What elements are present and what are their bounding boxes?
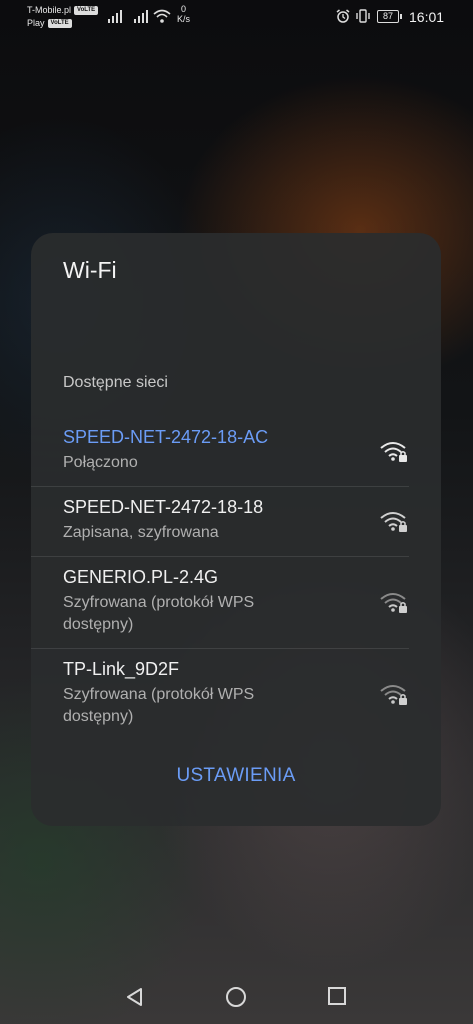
clock: 16:01 bbox=[409, 9, 445, 25]
recents-square-icon[interactable] bbox=[327, 986, 347, 1006]
carrier-1-label: T-Mobile.pl bbox=[27, 5, 72, 15]
back-triangle-icon[interactable] bbox=[124, 986, 146, 1008]
battery-indicator: 87 bbox=[377, 10, 402, 23]
volte-badge: VoLTE bbox=[47, 19, 72, 29]
wifi-dialog: Wi-Fi Dostępne sieci SPEED-NET-2472-18-A… bbox=[31, 233, 441, 826]
available-networks-label: Dostępne sieci bbox=[63, 374, 168, 391]
volte-badge: VoLTE bbox=[74, 6, 99, 16]
vibrate-icon bbox=[356, 9, 370, 23]
network-name: SPEED-NET-2472-18-AC bbox=[63, 427, 269, 447]
speed-unit: K/s bbox=[177, 14, 191, 24]
network-name: TP-Link_9D2F bbox=[63, 659, 180, 679]
carrier-2: Play VoLTE bbox=[27, 18, 72, 29]
network-list: SPEED-NET-2472-18-AC Połączono SPEED-NET… bbox=[31, 417, 441, 745]
speed-value: 0 bbox=[181, 4, 187, 14]
home-circle-icon[interactable] bbox=[225, 986, 247, 1008]
carrier-1: T-Mobile.pl VoLTE bbox=[27, 5, 99, 16]
signal-icon bbox=[108, 10, 122, 23]
network-item[interactable]: TP-Link_9D2F Szyfrowana (protokół WPS do… bbox=[31, 649, 409, 740]
settings-button[interactable]: USTAWIENIA bbox=[31, 765, 441, 787]
wifi-locked-icon bbox=[380, 592, 407, 613]
network-status: Połączono bbox=[63, 454, 138, 471]
network-status: Szyfrowana (protokół WPS dostępny) bbox=[63, 594, 255, 633]
alarm-icon bbox=[336, 9, 350, 23]
network-item[interactable]: GENERIO.PL-2.4G Szyfrowana (protokół WPS… bbox=[31, 557, 409, 649]
network-name: GENERIO.PL-2.4G bbox=[63, 567, 219, 587]
dialog-title: Wi-Fi bbox=[63, 257, 117, 283]
network-item[interactable]: SPEED-NET-2472-18-18 Zapisana, szyfrowan… bbox=[31, 487, 409, 557]
signal-icon bbox=[134, 10, 148, 23]
wifi-status-icon bbox=[153, 9, 171, 23]
battery-level: 87 bbox=[382, 11, 393, 21]
navigation-bar bbox=[0, 968, 473, 1024]
network-name: SPEED-NET-2472-18-18 bbox=[63, 497, 264, 517]
carrier-2-label: Play bbox=[27, 18, 45, 28]
network-speed: 0 K/s bbox=[177, 4, 190, 24]
network-item[interactable]: SPEED-NET-2472-18-AC Połączono bbox=[31, 417, 409, 487]
status-bar: T-Mobile.pl VoLTE Play VoLTE 0 K/s 87 16:01 bbox=[0, 0, 473, 34]
network-status: Szyfrowana (protokół WPS dostępny) bbox=[63, 686, 255, 725]
wifi-locked-icon bbox=[380, 684, 407, 705]
wifi-locked-icon bbox=[380, 511, 407, 532]
wifi-locked-icon bbox=[380, 441, 407, 462]
network-status: Zapisana, szyfrowana bbox=[63, 524, 219, 541]
